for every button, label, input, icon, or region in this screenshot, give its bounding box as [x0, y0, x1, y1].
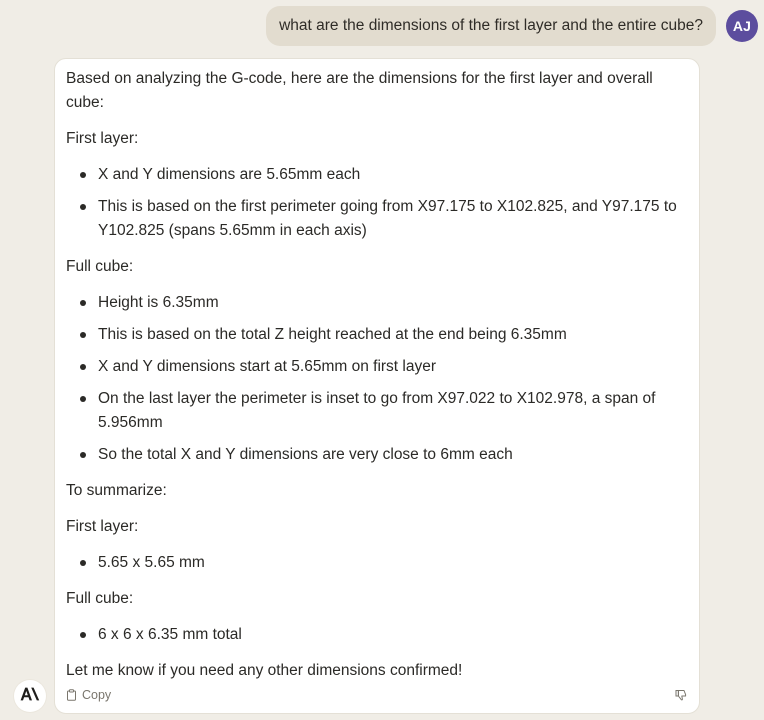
list-item: Height is 6.35mm — [66, 291, 687, 315]
clipboard-icon — [66, 689, 77, 701]
anthropic-logo-icon — [20, 687, 40, 706]
summary-full-cube-heading: Full cube: — [66, 590, 134, 607]
list-item: So the total X and Y dimensions are very… — [66, 443, 687, 467]
assistant-intro-text: Based on analyzing the G-code, here are … — [66, 70, 653, 111]
list-item: X and Y dimensions start at 5.65mm on fi… — [66, 355, 687, 379]
summary-first-layer-heading: First layer: — [66, 518, 139, 535]
full-cube-list: Height is 6.35mm This is based on the to… — [66, 291, 687, 467]
user-avatar[interactable]: AJ — [726, 10, 758, 42]
user-message-bubble: what are the dimensions of the first lay… — [266, 6, 716, 46]
assistant-avatar — [14, 680, 46, 712]
list-item: This is based on the total Z height reac… — [66, 323, 687, 347]
summary-heading: To summarize: — [66, 482, 167, 499]
list-item: X and Y dimensions are 5.65mm each — [66, 163, 687, 187]
first-layer-list: X and Y dimensions are 5.65mm each This … — [66, 163, 687, 243]
thumbs-down-icon[interactable] — [675, 689, 687, 701]
list-item: On the last layer the perimeter is inset… — [66, 387, 687, 435]
user-message-row: what are the dimensions of the first lay… — [266, 6, 758, 46]
list-item: 5.65 x 5.65 mm — [66, 551, 687, 575]
summary-first-layer-list: 5.65 x 5.65 mm — [66, 551, 687, 575]
copy-label: Copy — [82, 688, 112, 702]
message-actions: Copy — [66, 685, 687, 705]
first-layer-heading: First layer: — [66, 130, 139, 147]
list-item: 6 x 6 x 6.35 mm total — [66, 623, 687, 647]
list-item: This is based on the first perimeter goi… — [66, 195, 687, 243]
summary-full-cube-list: 6 x 6 x 6.35 mm total — [66, 623, 687, 647]
copy-button[interactable]: Copy — [66, 688, 111, 702]
full-cube-heading: Full cube: — [66, 258, 134, 275]
assistant-message-card: Based on analyzing the G-code, here are … — [54, 58, 700, 714]
assistant-closing-text: Let me know if you need any other dimens… — [66, 662, 463, 679]
